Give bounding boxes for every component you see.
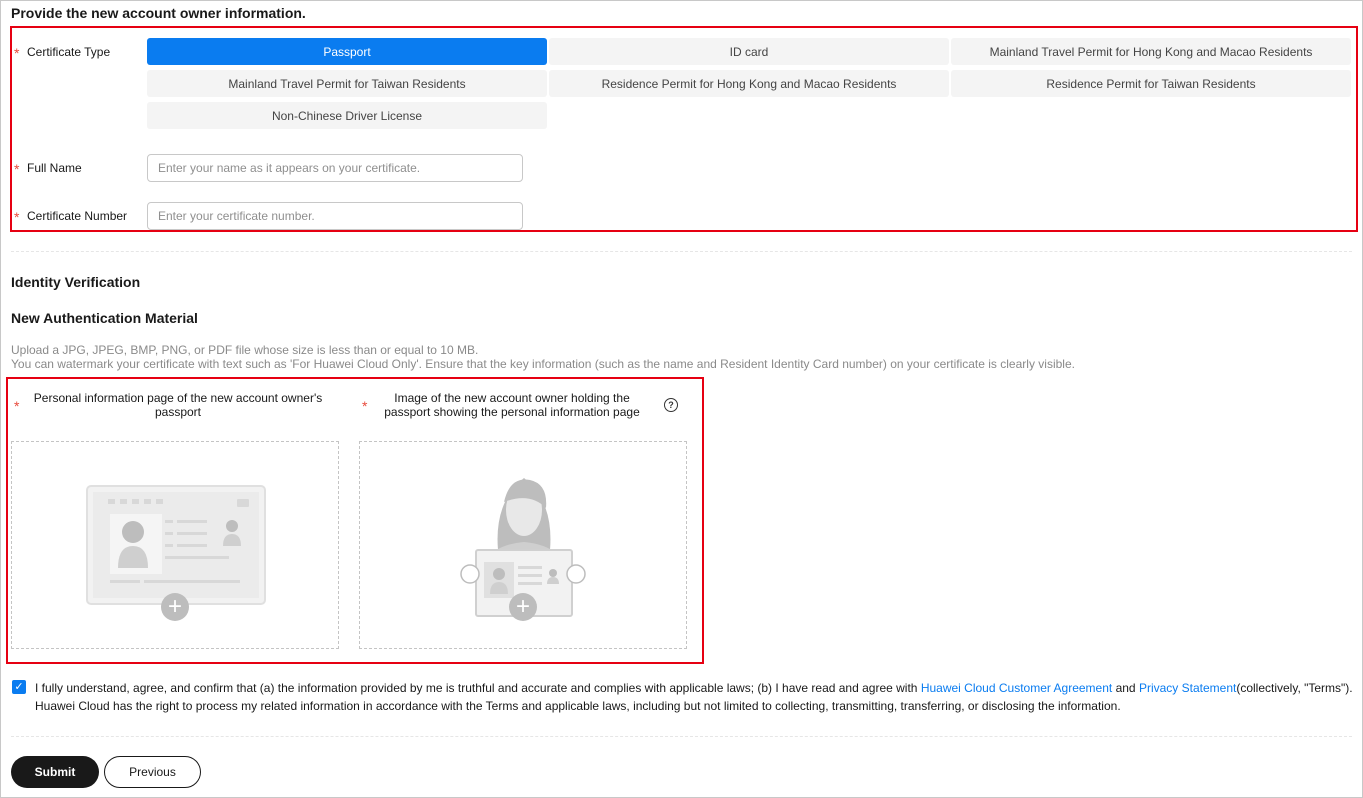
required-mark: * — [14, 209, 20, 225]
cert-type-hk-macao-travel-permit[interactable]: Mainland Travel Permit for Hong Kong and… — [951, 38, 1351, 65]
certificate-type-label: Certificate Type — [27, 45, 111, 59]
actions-divider — [11, 736, 1352, 737]
required-mark: * — [14, 398, 20, 414]
agreement-text: I fully understand, agree, and confirm t… — [35, 679, 1355, 715]
certificate-number-input[interactable] — [147, 202, 523, 230]
customer-agreement-link[interactable]: Huawei Cloud Customer Agreement — [921, 681, 1112, 695]
submit-button[interactable]: Submit — [11, 756, 99, 788]
required-mark: * — [14, 45, 20, 61]
upload-requirements-line2: You can watermark your certificate with … — [11, 357, 1075, 371]
full-name-input[interactable] — [147, 154, 523, 182]
passport-page-upload-label: Personal information page of the new acc… — [33, 391, 323, 419]
section-divider — [11, 251, 1352, 252]
cert-type-taiwan-travel-permit[interactable]: Mainland Travel Permit for Taiwan Reside… — [147, 70, 547, 97]
help-icon[interactable]: ? — [664, 398, 678, 412]
identity-verification-title: Identity Verification — [11, 274, 141, 290]
add-file-icon[interactable]: + — [161, 593, 189, 621]
agreement-checkbox[interactable]: ✓ — [12, 680, 26, 694]
cert-type-hk-macao-residence-permit[interactable]: Residence Permit for Hong Kong and Macao… — [549, 70, 949, 97]
agreement-text-part1: I fully understand, agree, and confirm t… — [35, 681, 921, 695]
owner-info-title: Provide the new account owner informatio… — [11, 5, 306, 21]
cert-type-taiwan-residence-permit[interactable]: Residence Permit for Taiwan Residents — [951, 70, 1351, 97]
add-file-icon[interactable]: + — [509, 593, 537, 621]
passport-page-upload[interactable]: + — [11, 441, 339, 649]
holding-passport-upload[interactable]: + — [359, 441, 687, 649]
previous-button[interactable]: Previous — [104, 756, 201, 788]
certificate-number-label: Certificate Number — [27, 209, 128, 223]
required-mark: * — [362, 398, 368, 414]
full-name-label: Full Name — [27, 161, 82, 175]
cert-type-id-card[interactable]: ID card — [549, 38, 949, 65]
new-auth-material-title: New Authentication Material — [11, 310, 198, 326]
upload-requirements-line1: Upload a JPG, JPEG, BMP, PNG, or PDF fil… — [11, 343, 479, 357]
required-mark: * — [14, 161, 20, 177]
agreement-text-part2: and — [1112, 681, 1139, 695]
cert-type-driver-license[interactable]: Non-Chinese Driver License — [147, 102, 547, 129]
cert-type-passport[interactable]: Passport — [147, 38, 547, 65]
privacy-statement-link[interactable]: Privacy Statement — [1139, 681, 1236, 695]
holding-passport-upload-label: Image of the new account owner holding t… — [384, 391, 640, 419]
